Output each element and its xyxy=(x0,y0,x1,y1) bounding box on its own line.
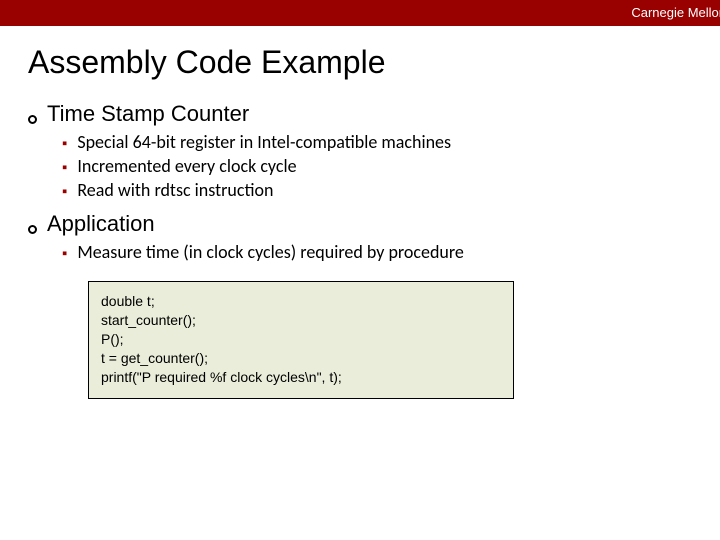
square-bullet-icon: ▪ xyxy=(62,160,67,175)
section-sublist: ▪ Special 64-bit register in Intel-compa… xyxy=(62,131,720,201)
slide-title: Assembly Code Example xyxy=(28,44,720,81)
square-bullet-icon: ▪ xyxy=(62,184,67,199)
section-heading-row: Application xyxy=(28,211,720,237)
sub-item: ▪ Special 64-bit register in Intel-compa… xyxy=(62,131,720,153)
section-sublist: ▪ Measure time (in clock cycles) require… xyxy=(62,241,720,263)
ring-bullet-icon xyxy=(28,225,37,234)
slide-content: Time Stamp Counter ▪ Special 64-bit regi… xyxy=(28,101,720,399)
square-bullet-icon: ▪ xyxy=(62,136,67,151)
sub-item: ▪ Read with rdtsc instruction xyxy=(62,179,720,201)
sub-item-text: Incremented every clock cycle xyxy=(77,155,296,177)
section-heading: Time Stamp Counter xyxy=(47,101,249,127)
section-heading-row: Time Stamp Counter xyxy=(28,101,720,127)
sub-item-text: Measure time (in clock cycles) required … xyxy=(77,241,464,263)
sub-item-text: Special 64-bit register in Intel-compati… xyxy=(77,131,451,153)
banner-org: Carnegie Mellon xyxy=(631,5,720,20)
square-bullet-icon: ▪ xyxy=(62,246,67,261)
section-heading: Application xyxy=(47,211,155,237)
banner: Carnegie Mellon xyxy=(0,0,720,26)
ring-bullet-icon xyxy=(28,115,37,124)
sub-item: ▪ Measure time (in clock cycles) require… xyxy=(62,241,720,263)
sub-item: ▪ Incremented every clock cycle xyxy=(62,155,720,177)
code-block: double t; start_counter(); P(); t = get_… xyxy=(88,281,514,399)
sub-item-text: Read with rdtsc instruction xyxy=(77,179,273,201)
